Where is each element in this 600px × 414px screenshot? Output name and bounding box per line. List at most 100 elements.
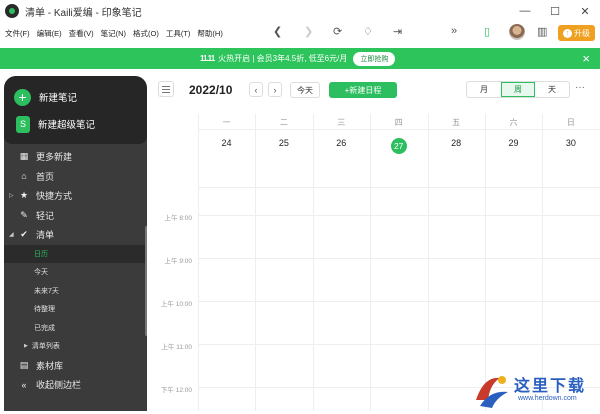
library-icon: ▤ [19,360,29,371]
next-period-button[interactable]: › [268,82,282,97]
sidebar-item-completed[interactable]: 已完成 [4,319,147,338]
date-number[interactable]: 30 [542,138,599,148]
window-title: 清单 - Kaili爱编 - 印象笔记 [25,4,142,19]
calendar-menu-icon[interactable] [158,81,174,97]
time-label: 上午 11:00 [152,341,192,351]
plus-icon: + [14,89,31,106]
home-icon: ⌂ [19,171,29,181]
sidebar-item-next-7-days[interactable]: 未来7天 [4,282,147,301]
menu-view[interactable]: 查看(V) [69,28,94,39]
date-number[interactable]: 26 [313,138,370,148]
sidebar-item-inbox[interactable]: 待整理 [4,300,147,319]
upgrade-arrow-icon: ↑ [563,29,572,38]
sidebar-item-label: 更多新建 [36,150,72,163]
window-controls: — ☐ ✕ [510,0,600,22]
new-note-label: 新建笔记 [39,90,77,104]
close-banner-icon[interactable]: × [582,51,590,66]
sidebar-item-label: 素材库 [36,359,63,372]
sidebar: + 新建笔记 S 新建超级笔记 ▦ 更多新建 ⌂ 首页 ▷ ★ 快捷方式 ✎ 轻… [4,76,147,411]
time-gutter-divider [198,114,199,411]
menu-tools[interactable]: 工具(T) [166,28,191,39]
day-column-divider [428,114,429,411]
expand-caret-icon[interactable]: ▷ [9,192,14,199]
sidebar-item-library[interactable]: ▤ 素材库 [4,356,147,376]
calendar-panel: 2022/10 ‹ › 今天 +新建日程 月 周 天 ··· 一 24二 25三 26… [152,76,600,411]
menu-file[interactable]: 文件(F) [5,28,30,39]
menu-edit[interactable]: 编辑(E) [37,28,62,39]
view-day-button[interactable]: 天 [535,82,569,97]
sidebar-item-collapse[interactable]: « 收起侧边栏 [4,375,147,395]
sidebar-item-calendar[interactable]: 日历 [4,245,147,264]
day-column-divider [255,114,256,411]
sidebar-item-today[interactable]: 今天 [4,263,147,282]
date-number[interactable]: 29 [485,138,542,148]
sidebar-item-shortcuts[interactable]: ▷ ★ 快捷方式 [4,186,147,206]
avatar[interactable] [509,24,525,40]
star-icon: ★ [19,190,29,201]
bell-icon[interactable]: ♢ [363,25,373,38]
sidebar-item-label: 轻记 [36,209,54,222]
menu-note[interactable]: 笔记(N) [101,28,126,39]
sidebar-item-todo[interactable]: ◢ ✔ 清单 [4,225,147,245]
sidebar-item-todo-lists[interactable]: ▶ 清单列表 [4,337,147,356]
site-watermark: 这里下载 www.herdown.com [470,370,600,411]
watermark-text: 这里下载 [514,372,586,396]
date-number[interactable]: 24 [198,138,255,148]
time-label: 上午 10:00 [152,298,192,308]
promo-text: 火热开启 | 会员3年4.5折, 低至6元/月 [218,53,347,64]
week-grid: 一24二25三26四27五28六29日30上午 8:00上午 9:00上午 10… [152,114,600,411]
sidebar-item-more-new[interactable]: ▦ 更多新建 [4,147,147,167]
expand-caret-icon[interactable]: ▶ [24,343,28,349]
back-arrow-icon[interactable]: ❮ [273,25,282,38]
new-super-note-button[interactable]: S 新建超级笔记 [14,114,147,134]
header-divider [198,187,600,188]
date-number[interactable]: 28 [428,138,485,148]
sidebar-item-quick-notes[interactable]: ✎ 轻记 [4,206,147,226]
sidebar-item-home[interactable]: ⌂ 首页 [4,167,147,187]
collapse-icon: « [19,380,29,390]
collapse-caret-icon[interactable]: ◢ [9,231,14,238]
sidebar-scrollbar[interactable] [145,226,147,336]
trash-icon[interactable]: ▥ [537,25,547,38]
minimize-button[interactable]: — [510,0,540,22]
new-note-button[interactable]: + 新建笔记 [14,87,147,107]
sync-icon[interactable]: ⟳ [333,25,342,38]
double-eleven-icon: 11.11 [200,54,214,63]
watermark-url: www.herdown.com [518,395,577,402]
pen-icon: ✎ [19,210,29,221]
maximize-button[interactable]: ☐ [540,0,570,22]
weekday-label: 二 [255,117,312,128]
overflow-icon[interactable]: » [451,25,457,37]
today-date[interactable]: 27 [370,138,427,154]
weekday-label: 一 [198,117,255,128]
weekday-label: 三 [313,117,370,128]
sidebar-item-label: 收起侧边栏 [36,378,81,391]
time-label: 上午 8:00 [152,212,192,222]
view-week-button[interactable]: 周 [501,82,535,97]
menu-help[interactable]: 帮助(H) [197,28,222,39]
buy-now-button[interactable]: 立即抢购 [353,52,395,66]
date-number[interactable]: 25 [255,138,312,148]
new-event-button[interactable]: +新建日程 [329,82,397,98]
today-date-circle: 27 [391,138,407,154]
weekday-label: 五 [428,117,485,128]
menu-format[interactable]: 格式(O) [133,28,159,39]
view-month-button[interactable]: 月 [467,82,501,97]
hour-line [198,258,600,259]
exit-icon[interactable]: ⇥ [393,25,402,38]
forward-arrow-icon[interactable]: ❯ [304,25,313,38]
calendar-toolbar: 2022/10 ‹ › 今天 +新建日程 月 周 天 ··· [152,76,600,104]
day-column-divider [370,114,371,411]
close-window-button[interactable]: ✕ [570,0,600,22]
day-column-divider [542,114,543,411]
prev-period-button[interactable]: ‹ [249,82,263,97]
evernote-logo-icon [5,4,19,18]
sidebar-create-area: + 新建笔记 S 新建超级笔记 [4,76,147,144]
more-options-icon[interactable]: ··· [575,82,585,93]
weekday-label: 日 [542,117,599,128]
view-switcher: 月 周 天 [466,81,570,98]
grid-icon: ▦ [19,151,29,162]
today-button[interactable]: 今天 [290,82,320,98]
upgrade-button[interactable]: ↑ 升级 [558,25,595,41]
phone-icon[interactable]: ▯ [484,25,490,38]
